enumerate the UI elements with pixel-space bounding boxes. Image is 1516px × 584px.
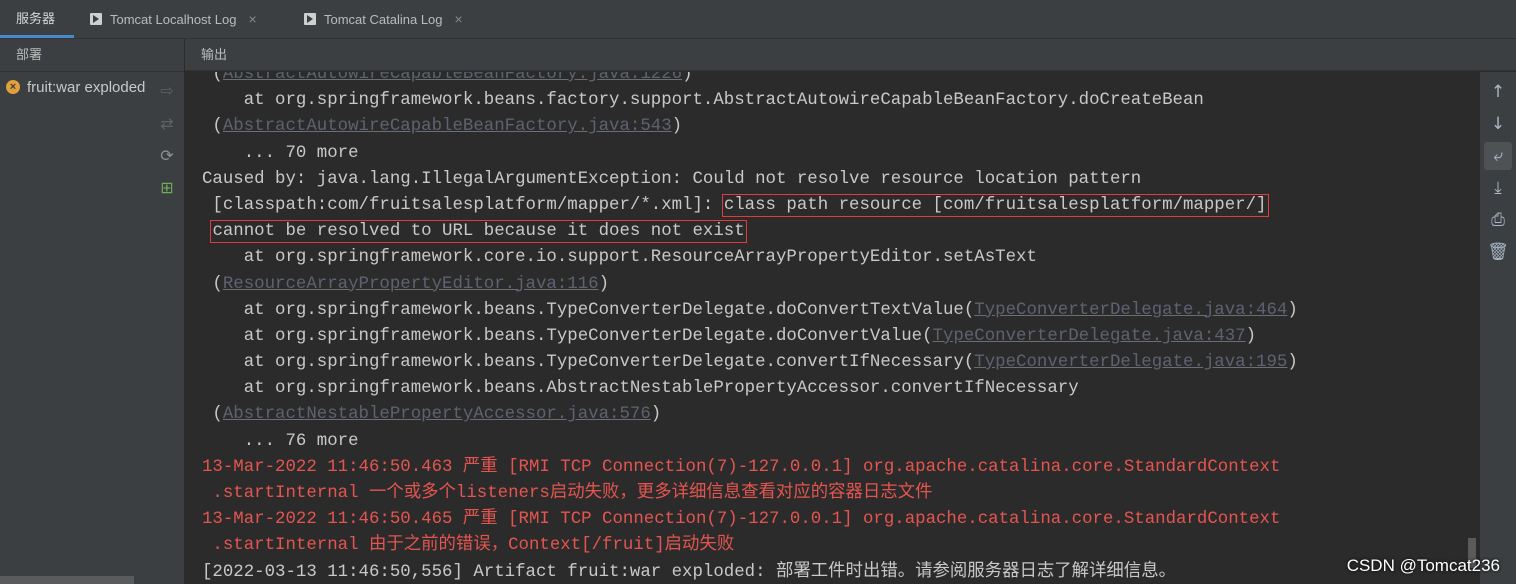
deployment-item[interactable]: × fruit:war exploded: [0, 75, 145, 99]
tab-tomcat-localhost-log-label: Tomcat Localhost Log: [110, 11, 237, 27]
deployment-item-label: fruit:war exploded: [27, 78, 146, 96]
scroll-to-end-icon[interactable]: ⤓: [1484, 174, 1512, 202]
trash-icon[interactable]: 🗑: [1484, 238, 1512, 266]
log-line: Caused by: java.lang.IllegalArgumentExce…: [202, 169, 1142, 189]
console-output[interactable]: (AbstractAutowireCapableBeanFactory.java…: [185, 72, 1468, 584]
source-link[interactable]: TypeConverterDelegate.java:437: [933, 327, 1246, 346]
watermark: CSDN @Tomcat236: [1346, 556, 1500, 575]
log-line: at org.springframework.core.io.support.R…: [202, 248, 1037, 268]
log-line: ... 76 more: [202, 431, 359, 451]
source-link[interactable]: TypeConverterDelegate.java:195: [974, 353, 1287, 372]
close-icon[interactable]: ×: [455, 11, 463, 27]
error-icon: ×: [6, 80, 20, 94]
highlighted-error-text: cannot be resolved to URL because it doe…: [210, 220, 747, 244]
print-icon[interactable]: ⎙: [1484, 206, 1512, 234]
arrow-down-icon[interactable]: ↓: [1484, 110, 1512, 138]
run-log-icon: [90, 13, 102, 25]
tab-services-label: 服务器: [16, 11, 56, 26]
error-log-line: .startInternal 一个或多个listeners启动失败，更多详细信息…: [202, 484, 933, 503]
tab-bar: 服务器 Tomcat Localhost Log × Tomcat Catali…: [0, 0, 1516, 39]
source-link[interactable]: AbstractAutowireCapableBeanFactory.java:…: [223, 117, 672, 136]
highlighted-error-text: class path resource [com/fruitsalesplatf…: [721, 193, 1269, 217]
log-line: (AbstractAutowireCapableBeanFactory.java…: [202, 72, 1468, 88]
log-lines: (AbstractAutowireCapableBeanFactory.java…: [202, 72, 1468, 584]
error-log-line: .startInternal 由于之前的错误，Context[/fruit]启动…: [202, 536, 735, 556]
output-header: 输出: [185, 39, 1516, 71]
ide-services-window: 服务器 Tomcat Localhost Log × Tomcat Catali…: [0, 0, 1516, 584]
log-line: (AbstractNestablePropertyAccessor.java:5…: [202, 405, 662, 425]
source-link[interactable]: ResourceArrayPropertyEditor.java:116: [223, 275, 599, 294]
log-line: cannot be resolved to URL because it doe…: [202, 219, 1468, 245]
tab-tomcat-catalina-log[interactable]: Tomcat Catalina Log ×: [302, 0, 463, 38]
refresh-icon[interactable]: ⟳: [157, 146, 177, 166]
horizontal-scrollbar[interactable]: [0, 576, 134, 584]
log-line: (ResourceArrayPropertyEditor.java:116): [202, 274, 610, 294]
log-line: [2022-03-13 11:46:50,556] Artifact fruit…: [202, 562, 1176, 582]
log-line: (AbstractAutowireCapableBeanFactory.java…: [202, 117, 683, 137]
deployment-panel: 部署 × fruit:war exploded ⇨ ⇄ ⟳ ⊞: [0, 39, 185, 584]
redeploy-icon[interactable]: ⇄: [157, 114, 177, 134]
tab-tomcat-catalina-log-label: Tomcat Catalina Log: [324, 11, 443, 27]
source-link[interactable]: TypeConverterDelegate.java:464: [974, 301, 1287, 320]
arrow-up-icon[interactable]: ↑: [1484, 78, 1512, 106]
close-icon[interactable]: ×: [248, 11, 256, 27]
deployment-header: 部署: [0, 39, 184, 72]
soft-wrap-icon[interactable]: ⤶: [1484, 142, 1512, 170]
log-line: [classpath:com/fruitsalesplatform/mapper…: [202, 193, 1269, 217]
console-toolbar: ↑ ↓ ⤶ ⤓ ⎙ 🗑: [1480, 72, 1516, 584]
log-line: at org.springframework.beans.TypeConvert…: [202, 326, 1257, 346]
source-link[interactable]: AbstractAutowireCapableBeanFactory.java:…: [223, 72, 682, 84]
deploy-icon[interactable]: ⇨: [157, 81, 177, 101]
log-line: ... 70 more: [202, 143, 359, 163]
log-line: at org.springframework.beans.TypeConvert…: [202, 300, 1298, 320]
tab-services[interactable]: 服务器: [0, 0, 74, 38]
run-log-icon: [304, 13, 316, 25]
error-log-line: 13-Mar-2022 11:46:50.465 严重 [RMI TCP Con…: [202, 510, 1281, 530]
log-line: at org.springframework.beans.factory.sup…: [202, 91, 1204, 111]
log-line: at org.springframework.beans.AbstractNes…: [202, 379, 1079, 399]
error-log-line: 13-Mar-2022 11:46:50.463 严重 [RMI TCP Con…: [202, 457, 1281, 477]
artifact-icon[interactable]: ⊞: [157, 178, 177, 198]
tab-tomcat-localhost-log[interactable]: Tomcat Localhost Log ×: [88, 0, 257, 38]
source-link[interactable]: AbstractNestablePropertyAccessor.java:57…: [223, 405, 651, 424]
log-line: at org.springframework.beans.TypeConvert…: [202, 353, 1298, 373]
